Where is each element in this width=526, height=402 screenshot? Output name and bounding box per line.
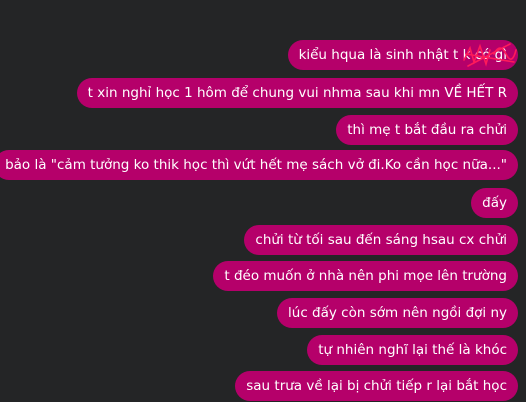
message-bubble[interactable]: kiểu hqua là sinh nhật t k có gì: [287, 40, 518, 70]
chat-thread: kiểu hqua là sinh nhật t k có gì t xin n…: [0, 0, 526, 402]
message-bubble[interactable]: t xin nghỉ học 1 hôm để chung vui nhma s…: [76, 78, 518, 108]
message-bubble[interactable]: t đéo muốn ở nhà nên phi mọe lên trường: [213, 261, 518, 291]
message-bubble[interactable]: chửi từ tối sau đến sáng hsau cx chửi: [244, 225, 518, 255]
heart-sticker-icon: [454, 0, 524, 8]
message-bubble[interactable]: thì mẹ t bắt đầu ra chửi: [336, 115, 518, 145]
message-bubble[interactable]: đấy: [471, 188, 518, 218]
message-bubble[interactable]: tự nhiên nghĩ lại thế là khóc: [307, 335, 518, 365]
message-bubble[interactable]: bảo là "cảm tưởng ko thik học thì vứt hế…: [0, 150, 518, 180]
message-bubble[interactable]: lúc đấy còn sớm nên ngồi đợi ny: [277, 298, 518, 328]
message-bubble[interactable]: sau trưa về lại bị chửi tiếp r lại bắt h…: [235, 371, 518, 401]
